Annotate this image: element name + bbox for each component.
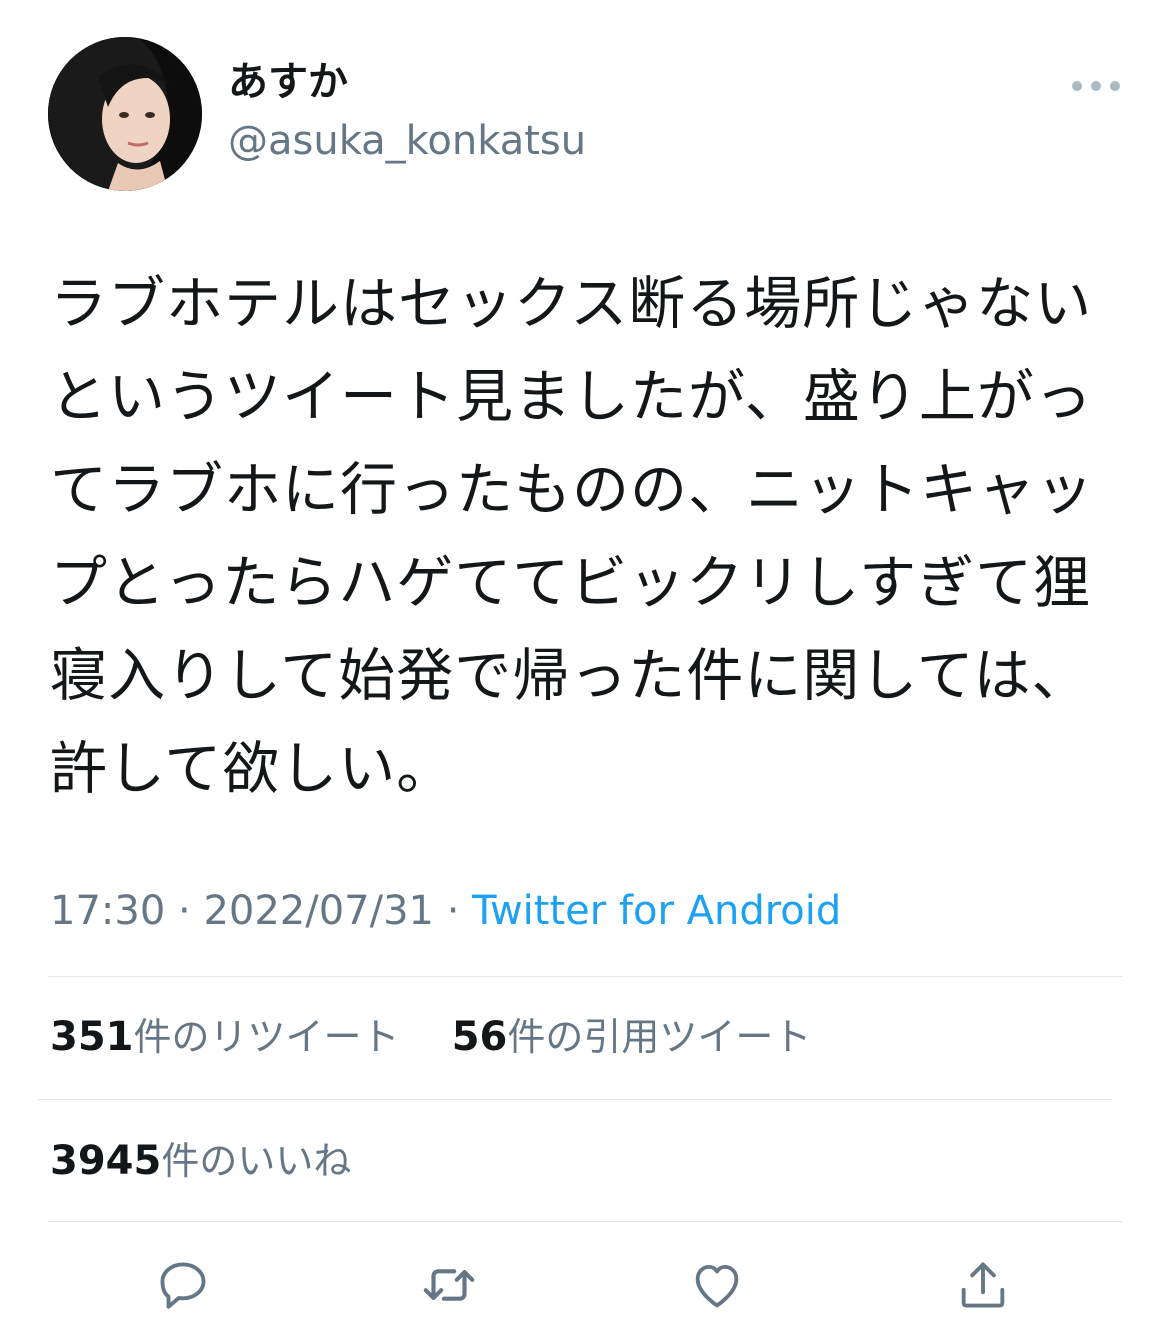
retweet-icon bbox=[423, 1269, 475, 1301]
retweets-stat[interactable]: 351件のリツイート bbox=[50, 1014, 400, 1060]
divider bbox=[48, 976, 1122, 977]
retweet-button[interactable] bbox=[414, 1250, 484, 1320]
handle[interactable]: @asuka_konkatsu bbox=[228, 117, 586, 165]
quotes-label: 件の引用ツイート bbox=[507, 1015, 812, 1059]
reply-icon bbox=[160, 1262, 206, 1309]
divider bbox=[38, 1099, 1112, 1100]
tweet-time: 17:30 bbox=[50, 888, 166, 934]
more-dot-icon bbox=[1110, 81, 1120, 91]
meta-separator: · bbox=[178, 888, 191, 934]
share-button[interactable] bbox=[948, 1250, 1018, 1320]
divider bbox=[48, 1221, 1122, 1222]
likes-count: 3945 bbox=[50, 1138, 162, 1184]
more-options-button[interactable] bbox=[1072, 74, 1120, 98]
likes-label: 件のいいね bbox=[161, 1139, 352, 1183]
tweet-date: 2022/07/31 bbox=[203, 888, 434, 934]
retweets-count: 351 bbox=[50, 1014, 134, 1060]
like-button[interactable] bbox=[682, 1250, 752, 1320]
quotes-stat[interactable]: 56件の引用ツイート bbox=[451, 1014, 812, 1060]
meta-separator: · bbox=[446, 888, 460, 934]
share-icon bbox=[961, 1262, 1005, 1308]
display-name[interactable]: あすか bbox=[228, 58, 348, 106]
tweet-meta: 17:30 · 2022/07/31 · Twitter for Android bbox=[50, 887, 841, 935]
avatar[interactable] bbox=[48, 37, 202, 191]
more-dot-icon bbox=[1091, 81, 1101, 91]
tweet-text: ラブホテルはセックス断る場所じゃないというツイート見ましたが、盛り上がってラブホ… bbox=[50, 271, 1094, 802]
retweets-label: 件のリツイート bbox=[133, 1015, 400, 1059]
quotes-count: 56 bbox=[451, 1014, 508, 1060]
action-bar bbox=[0, 1250, 1170, 1320]
likes-stat[interactable]: 3945件のいいね bbox=[50, 1138, 352, 1184]
reply-button[interactable] bbox=[148, 1250, 218, 1320]
avatar-image bbox=[48, 37, 202, 191]
more-dot-icon bbox=[1072, 81, 1082, 91]
tweet-source-link[interactable]: Twitter for Android bbox=[472, 888, 841, 934]
like-icon bbox=[695, 1264, 739, 1308]
retweet-quote-stats: 351件のリツイート 56件の引用ツイート bbox=[50, 1013, 811, 1061]
likes-stats: 3945件のいいね bbox=[50, 1137, 351, 1185]
